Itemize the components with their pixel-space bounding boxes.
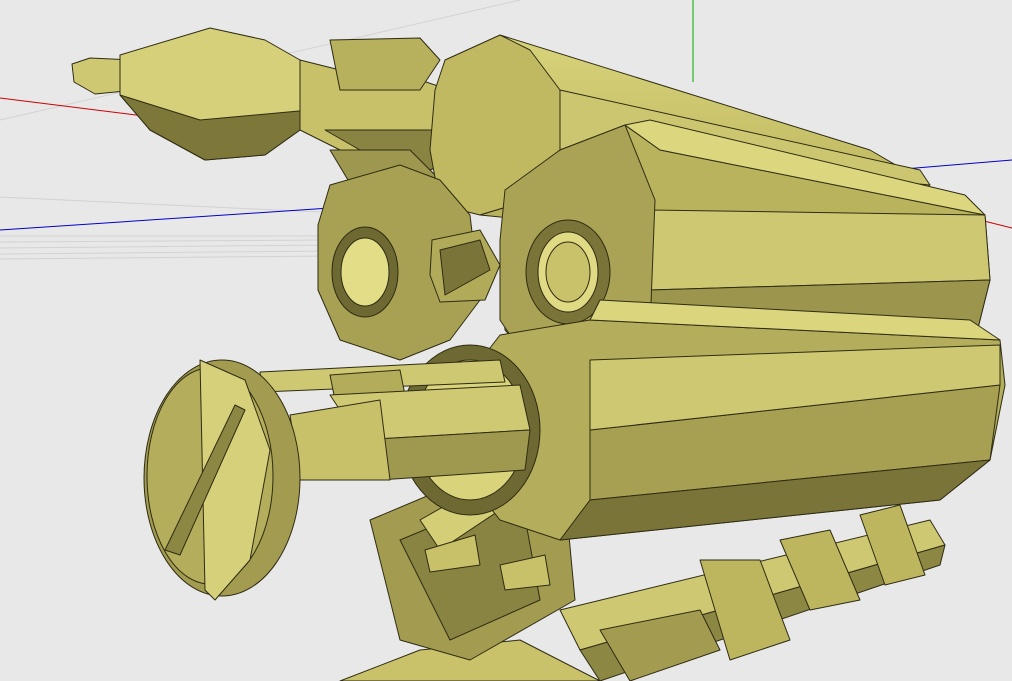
scene-canvas[interactable]: [0, 0, 1012, 681]
gun-barrels: [259, 359, 531, 481]
3d-viewport[interactable]: [0, 0, 1012, 681]
